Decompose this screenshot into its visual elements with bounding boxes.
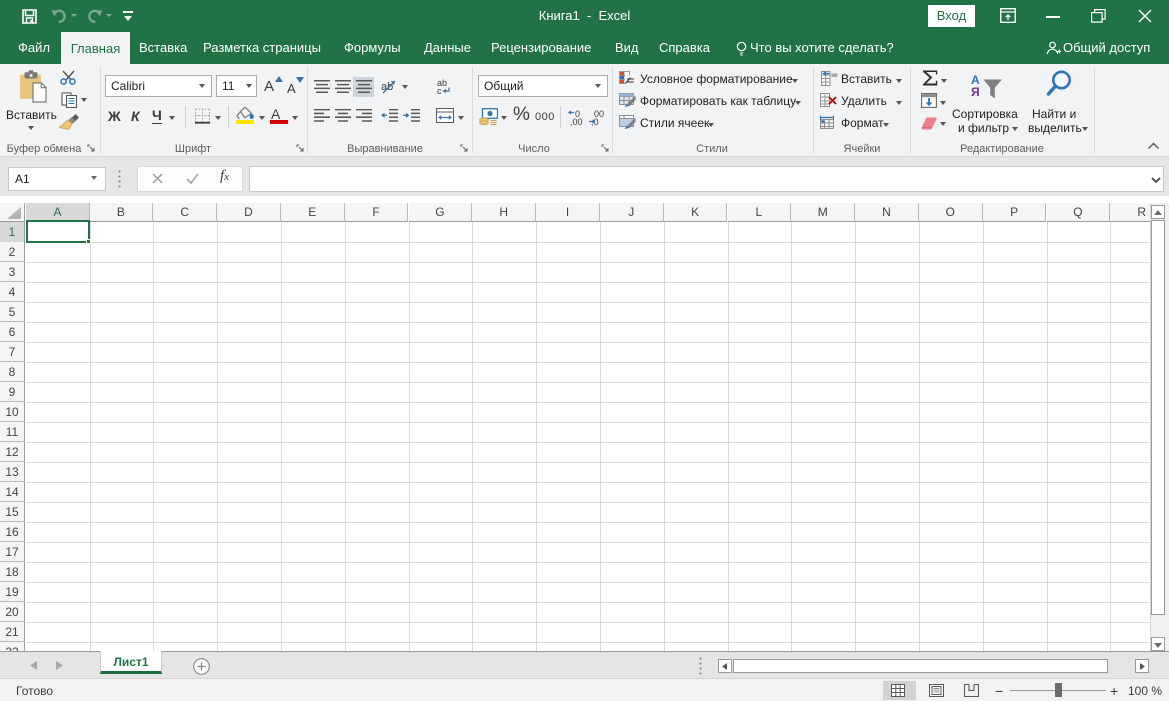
svg-text:,00: ,00 (570, 117, 583, 126)
svg-text:c: c (437, 86, 442, 95)
svg-text:ab: ab (381, 81, 393, 93)
